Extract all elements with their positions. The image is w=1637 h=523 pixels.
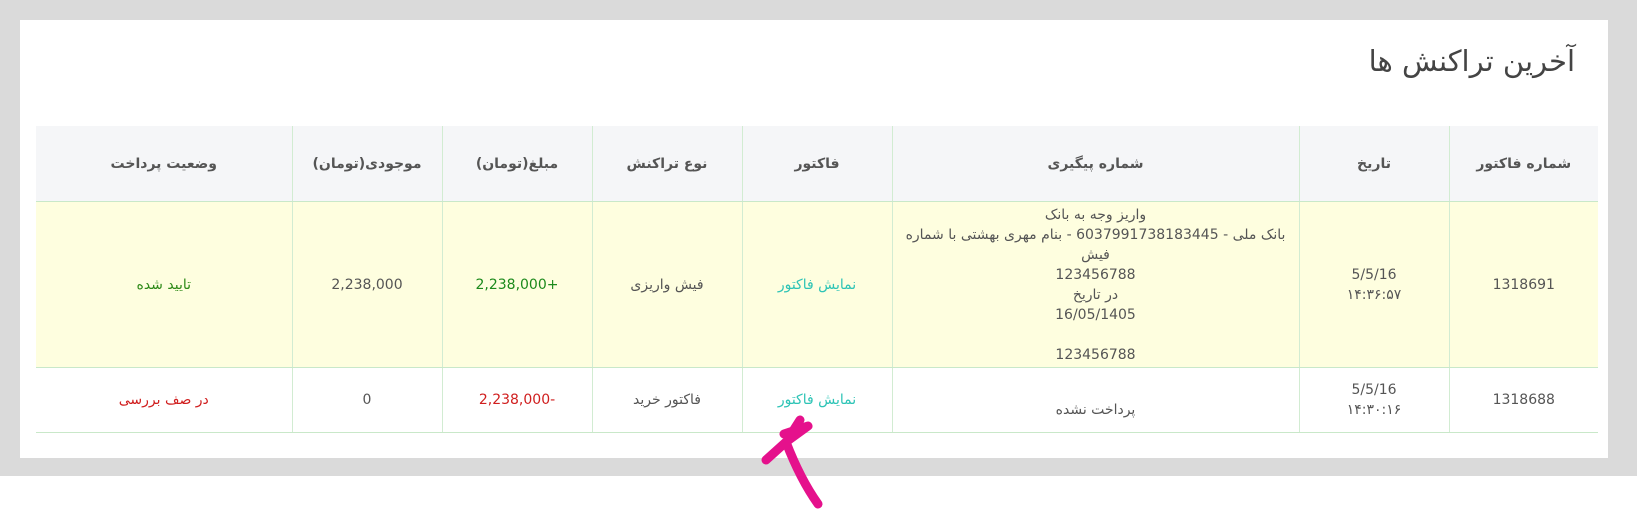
cell-type: فیش واریزی [591, 201, 742, 368]
cell-balance: 0 [291, 367, 442, 433]
header-balance[interactable]: موجودی(تومان) [291, 126, 442, 202]
cell-type: فاکتور خرید [591, 367, 742, 433]
cell-amount: 2,238,000+ [441, 201, 592, 368]
header-amount[interactable]: مبلغ(تومان) [441, 126, 592, 202]
cell-amount: 2,238,000- [441, 367, 592, 433]
cell-date: 5/5/16 ۱۴:۳۰:۱۶ [1298, 367, 1449, 433]
transactions-card: آخرین تراکنش ها شماره فاکتور تاریخ شماره… [20, 20, 1608, 458]
tracking-line: 123456788 [1055, 346, 1136, 363]
date-value: 5/5/16 [1351, 266, 1397, 283]
amount-value: 2,238,000+ [475, 276, 559, 293]
cell-invoice-no: 1318688 [1448, 367, 1598, 433]
cell-status: تایید شده [36, 201, 292, 368]
annotation-arrow-icon [761, 415, 823, 509]
header-tracking[interactable]: شماره پیگیری [891, 126, 1299, 202]
header-invoice-no[interactable]: شماره فاکتور [1448, 126, 1598, 202]
cell-tracking: پرداخت نشده [891, 367, 1299, 433]
tracking-spacer [901, 325, 1291, 345]
show-invoice-link[interactable]: نمایش فاکتور [778, 277, 856, 293]
show-invoice-link[interactable]: نمایش فاکتور [778, 392, 856, 408]
tracking-line: بانک ملی - 6037991738183445 - بنام مهری … [905, 226, 1286, 263]
header-status[interactable]: وضعیت پرداخت [36, 126, 292, 202]
cell-balance: 2,238,000 [291, 201, 442, 368]
status-badge: تایید شده [136, 276, 192, 293]
header-type[interactable]: نوع تراکنش [591, 126, 742, 202]
header-date[interactable]: تاریخ [1298, 126, 1449, 202]
status-badge: در صف بررسی [118, 392, 209, 408]
header-invoice[interactable]: فاکتور [741, 126, 892, 202]
amount-value: 2,238,000- [478, 392, 556, 408]
tracking-line: واریز وجه به بانک [1044, 206, 1147, 223]
cell-status: در صف بررسی [36, 367, 292, 433]
cell-date: 5/5/16 ۱۴:۳۶:۵۷ [1298, 201, 1449, 368]
page-frame: آخرین تراکنش ها شماره فاکتور تاریخ شماره… [0, 0, 1637, 476]
card-title: آخرین تراکنش ها [1368, 44, 1575, 78]
time-value: ۱۴:۳۰:۱۶ [1346, 402, 1402, 418]
tracking-line: پرداخت نشده [1055, 402, 1136, 418]
table-header-row: شماره فاکتور تاریخ شماره پیگیری فاکتور ن… [36, 126, 1598, 202]
date-value: 5/5/16 [1351, 382, 1397, 398]
cell-tracking: واریز وجه به بانک بانک ملی - 60379917381… [891, 201, 1299, 368]
table-row: 1318691 5/5/16 ۱۴:۳۶:۵۷ واریز وجه به بان… [36, 201, 1598, 368]
tracking-line: 16/05/1405 [1055, 306, 1136, 323]
tracking-line: 123456788 [1055, 266, 1136, 283]
tracking-line: در تاریخ [1072, 286, 1119, 303]
cell-invoice: نمایش فاکتور [741, 201, 892, 368]
cell-invoice-no: 1318691 [1448, 201, 1598, 368]
transactions-table: شماره فاکتور تاریخ شماره پیگیری فاکتور ن… [36, 126, 1598, 433]
time-value: ۱۴:۳۶:۵۷ [1346, 286, 1402, 303]
